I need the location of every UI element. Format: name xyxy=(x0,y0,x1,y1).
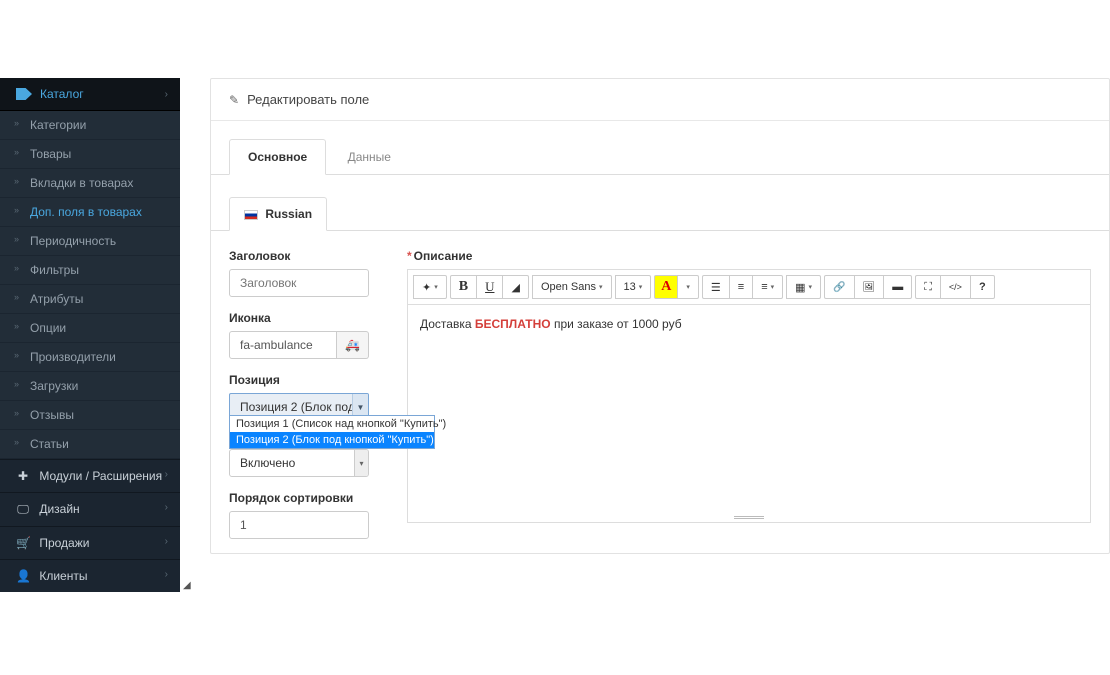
cart-icon: 🛒 xyxy=(16,536,30,550)
editor-body[interactable]: Доставка БЕСПЛАТНО при заказе от 1000 ру… xyxy=(407,305,1091,523)
icon-picker-button[interactable]: 🚑 xyxy=(337,331,369,359)
position-option-2[interactable]: Позиция 2 (Блок под кнопкой "Купить") xyxy=(230,432,434,448)
chevron-right-icon: › xyxy=(165,469,168,480)
video-button[interactable] xyxy=(883,275,912,299)
sidebar-item-tabs[interactable]: »Вкладки в товарах xyxy=(0,169,180,198)
position-dropdown: Позиция 1 (Список над кнопкой "Купить") … xyxy=(229,415,435,449)
sidebar-catalog-label: Каталог xyxy=(40,87,84,101)
sidebar-clients[interactable]: 👤 Клиенты › xyxy=(0,559,180,592)
sort-label: Порядок сортировки xyxy=(229,491,387,505)
desc-label: *Описание xyxy=(407,249,1091,263)
editor-toolbar: ▾ B U Open Sans ▾ 13▾ xyxy=(407,269,1091,305)
field-title: Заголовок xyxy=(229,249,387,297)
list-ol-button[interactable] xyxy=(729,275,753,299)
sidebar-item-filters[interactable]: »Фильтры xyxy=(0,256,180,285)
codeview-button[interactable] xyxy=(940,275,971,299)
sort-input[interactable] xyxy=(229,511,369,539)
table-button[interactable]: ▾ xyxy=(786,275,821,299)
title-input[interactable] xyxy=(229,269,369,297)
sidebar-design[interactable]: 🖵 Дизайн › xyxy=(0,492,180,526)
link-button[interactable] xyxy=(824,275,854,299)
sidebar-catalog[interactable]: Каталог › xyxy=(0,78,180,111)
font-color-more[interactable]: ▾ xyxy=(677,275,699,299)
ambulance-icon: 🚑 xyxy=(345,338,360,352)
sidebar-item-downloads[interactable]: »Загрузки xyxy=(0,372,180,401)
icon-label: Иконка xyxy=(229,311,387,325)
sidebar-item-articles[interactable]: »Статьи xyxy=(0,430,180,459)
puzzle-icon: ✚ xyxy=(16,469,30,483)
sidebar-item-manufacturers[interactable]: »Производители xyxy=(0,343,180,372)
pane-handle-icon[interactable]: ◢ xyxy=(183,580,191,591)
style-button[interactable]: ▾ xyxy=(413,275,447,299)
edit-panel: ✎ Редактировать поле Основное Данные Rus… xyxy=(210,78,1110,554)
tab-data[interactable]: Данные xyxy=(330,140,409,174)
sidebar-item-categories[interactable]: »Категории xyxy=(0,111,180,140)
field-position: Позиция Позиция 2 (Блок под ▼ Позиция 1 … xyxy=(229,373,387,421)
sidebar-item-attributes[interactable]: »Атрибуты xyxy=(0,285,180,314)
chevron-right-icon: › xyxy=(165,536,168,547)
field-icon: Иконка 🚑 xyxy=(229,311,387,359)
editor-highlight: БЕСПЛАТНО xyxy=(475,317,551,331)
font-family-select[interactable]: Open Sans ▾ xyxy=(532,275,612,299)
sidebar-modules[interactable]: ✚ Модули / Расширения › xyxy=(0,459,180,492)
lang-tabs: Russian xyxy=(211,197,1109,231)
editor-text: Доставка xyxy=(420,317,475,331)
bold-button[interactable]: B xyxy=(450,275,477,299)
sidebar-item-products[interactable]: »Товары xyxy=(0,140,180,169)
sidebar: Каталог › »Категории »Товары »Вкладки в … xyxy=(0,78,180,590)
help-button[interactable] xyxy=(970,275,995,299)
field-sort: Порядок сортировки xyxy=(229,491,387,539)
font-size-select[interactable]: 13▾ xyxy=(615,275,652,299)
field-status: Включено ▾ xyxy=(229,449,387,477)
chevron-right-icon: › xyxy=(165,569,168,580)
main-tabs: Основное Данные xyxy=(211,139,1109,175)
status-select[interactable]: Включено ▾ xyxy=(229,449,369,477)
field-description: *Описание ▾ B U Open Sans ▾ xyxy=(407,249,1091,523)
title-label: Заголовок xyxy=(229,249,387,263)
chevron-right-icon: › xyxy=(165,502,168,513)
chevron-right-icon: › xyxy=(165,89,168,100)
monitor-icon: 🖵 xyxy=(16,502,30,517)
tab-main[interactable]: Основное xyxy=(229,139,326,175)
sidebar-item-fields[interactable]: »Доп. поля в товарах xyxy=(0,198,180,227)
lang-tab-russian[interactable]: Russian xyxy=(229,197,327,231)
fullscreen-button[interactable] xyxy=(915,275,941,299)
paragraph-button[interactable]: ▾ xyxy=(752,275,783,299)
editor-resize-handle[interactable] xyxy=(734,516,764,520)
user-icon: 👤 xyxy=(16,569,30,583)
panel-title: Редактировать поле xyxy=(247,92,369,107)
sidebar-item-recurring[interactable]: »Периодичность xyxy=(0,227,180,256)
editor-text-2: при заказе от 1000 руб xyxy=(551,317,682,331)
clear-format-button[interactable] xyxy=(502,275,528,299)
list-ul-button[interactable] xyxy=(702,275,730,299)
position-label: Позиция xyxy=(229,373,387,387)
sidebar-item-options[interactable]: »Опции xyxy=(0,314,180,343)
caret-down-icon: ▾ xyxy=(354,450,368,476)
panel-header: ✎ Редактировать поле xyxy=(211,79,1109,121)
underline-button[interactable]: U xyxy=(476,275,503,299)
flag-ru-icon xyxy=(244,210,258,220)
font-color-button[interactable]: A xyxy=(654,275,678,299)
tag-icon xyxy=(16,88,32,100)
content-pane: ✎ Редактировать поле Основное Данные Rus… xyxy=(180,78,1110,590)
sidebar-sales[interactable]: 🛒 Продажи › xyxy=(0,526,180,559)
icon-input[interactable] xyxy=(229,331,337,359)
sidebar-item-reviews[interactable]: »Отзывы xyxy=(0,401,180,430)
position-option-1[interactable]: Позиция 1 (Список над кнопкой "Купить") xyxy=(230,416,434,432)
pencil-icon: ✎ xyxy=(229,93,239,107)
image-button[interactable] xyxy=(854,275,885,299)
